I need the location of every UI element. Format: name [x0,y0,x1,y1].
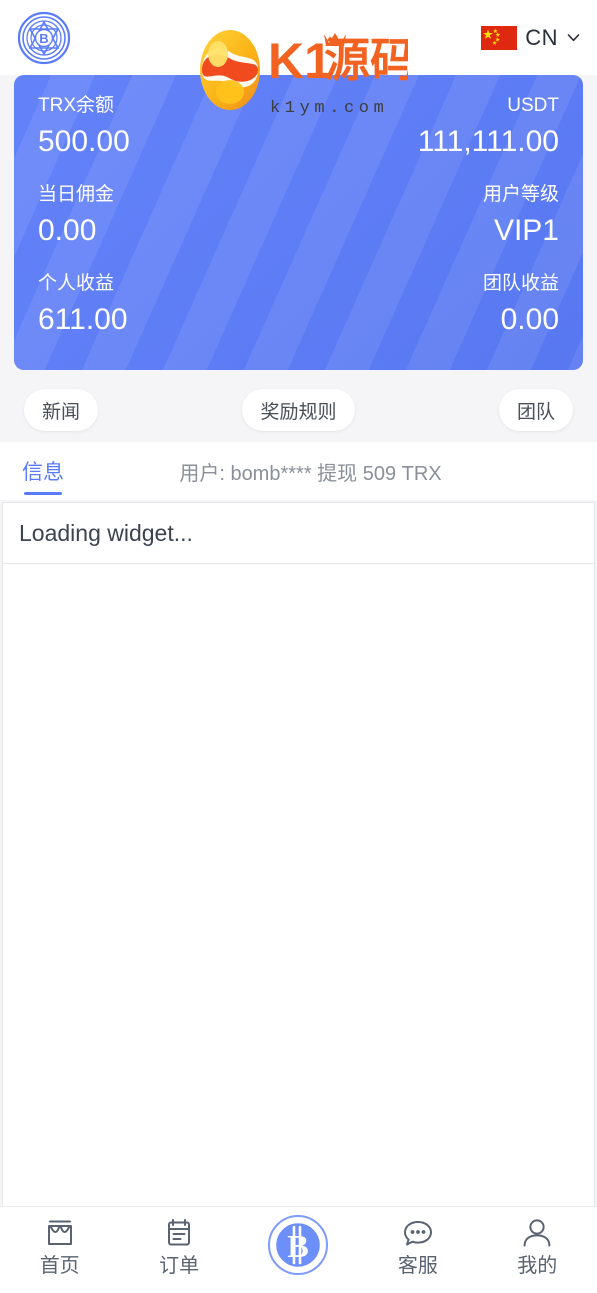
earnings-row-values: 611.00 0.00 [38,301,559,339]
nav-item-profile[interactable]: 我的 [482,1216,592,1278]
person-icon [520,1216,554,1250]
nav-item-support[interactable]: 客服 [363,1216,473,1278]
trx-balance-value: 500.00 [38,125,130,158]
nav-label-profile: 我的 [517,1255,558,1277]
news-button[interactable]: 新闻 [24,389,99,431]
tab-info[interactable]: 信息 [22,442,64,500]
bottom-navigation: 首页 订单 B 客服 我的 [0,1206,597,1293]
language-switcher[interactable]: CN [481,25,581,51]
notice-bar: 信息 用户: bomb**** 提现 509 TRX [0,442,597,500]
personal-earnings-label: 个人收益 [38,273,115,294]
nav-item-home[interactable]: 首页 [5,1216,115,1278]
language-code: CN [525,24,558,50]
trx-balance-label: TRX余额 [38,95,115,116]
svg-text:B: B [288,1228,309,1264]
quick-links-row: 新闻 奖励规则 团队 [0,388,597,432]
balance-row-values: 500.00 111,111.00 [38,123,559,161]
nav-label-orders: 订单 [159,1255,200,1277]
nav-label-support: 客服 [397,1255,438,1277]
usdt-balance-value: 111,111.00 [417,125,559,158]
chevron-down-icon[interactable] [566,30,581,45]
notice-marquee-text: 用户: bomb**** 提现 509 TRX [179,462,442,485]
personal-earnings-value: 611.00 [38,303,128,336]
user-level-value: VIP1 [493,214,559,247]
widget-loading-box: Loading widget... [3,502,594,564]
balance-card-body: TRX余额 USDT 500.00 111,111.00 当日佣金 用户等级 0… [14,75,583,370]
brand-circle-b-logo-icon[interactable]: B [16,10,72,66]
usdt-balance-label: USDT [507,95,559,116]
daily-commission-value: 0.00 [38,214,97,247]
commission-row-labels: 当日佣金 用户等级 [38,181,559,209]
china-flag-icon [481,25,518,50]
app-header: B CN [0,0,597,75]
balance-row-labels: TRX余额 USDT [38,92,559,120]
shop-icon [43,1216,77,1250]
bitcoin-coin-icon: B [267,1214,329,1276]
clipboard-icon [162,1216,196,1250]
earnings-row-labels: 个人收益 团队收益 [38,270,559,298]
team-earnings-value: 0.00 [500,303,559,336]
loading-widget-text: Loading widget... [19,519,193,546]
app-root: B CN K1 源码 k1ym.com TRX余额 USDT 500.00 11… [0,0,597,1293]
svg-text:B: B [39,31,48,46]
team-earnings-label: 团队收益 [482,273,559,294]
commission-row-values: 0.00 VIP1 [38,212,559,250]
nav-item-orders[interactable]: 订单 [124,1216,234,1278]
team-button[interactable]: 团队 [498,389,573,431]
daily-commission-label: 当日佣金 [38,184,115,205]
nav-item-bitcoin[interactable]: B [243,1214,353,1276]
content-panel: Loading widget... [2,502,595,1206]
user-level-label: 用户等级 [482,184,559,205]
balance-card: TRX余额 USDT 500.00 111,111.00 当日佣金 用户等级 0… [14,75,583,370]
nav-label-home: 首页 [39,1255,80,1277]
chat-bubble-dots-icon [401,1216,435,1250]
reward-rules-button[interactable]: 奖励规则 [242,389,355,431]
